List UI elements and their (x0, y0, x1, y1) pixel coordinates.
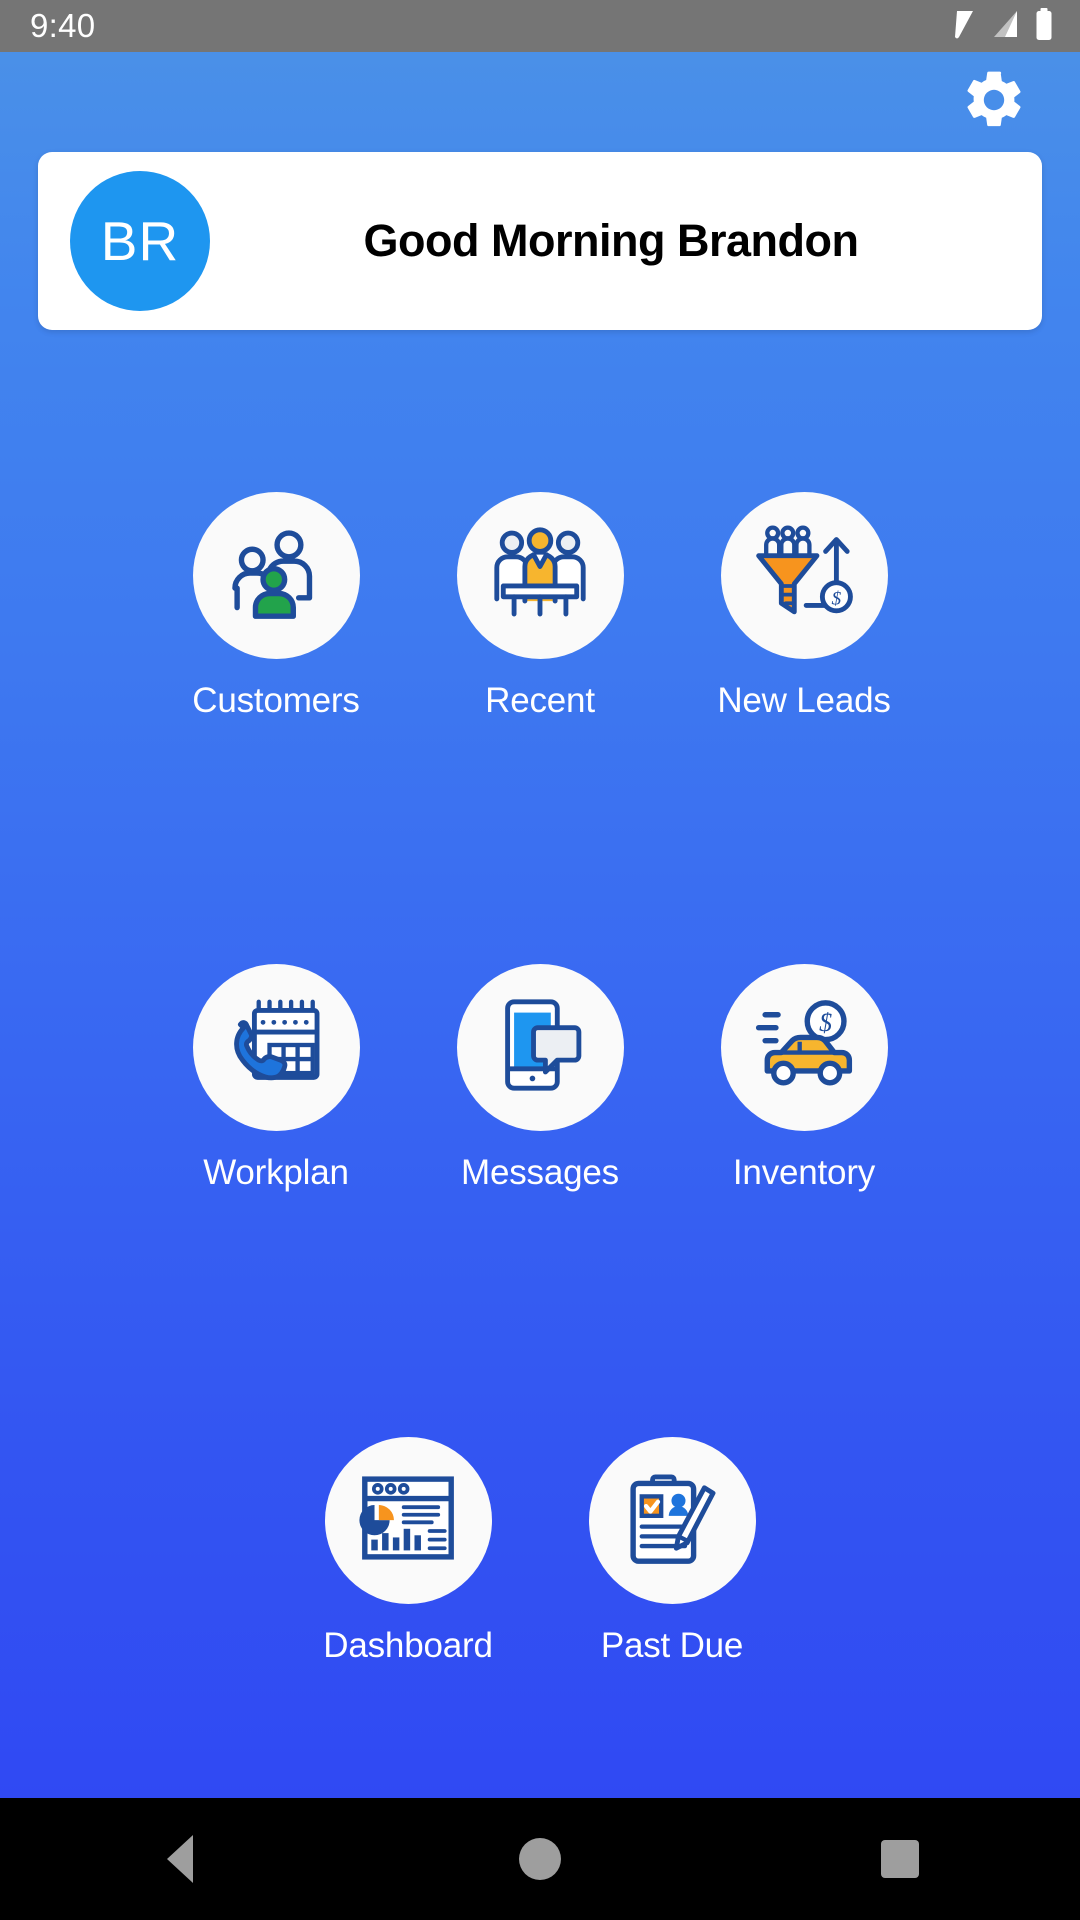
meeting-people-icon (486, 519, 594, 632)
svg-text:$: $ (819, 1008, 832, 1037)
menu-row-2: Workplan Messages $ Inventory (0, 964, 1080, 1193)
recents-square-icon (881, 1840, 919, 1878)
menu-row-1: Customers Recent $ New Leads (0, 491, 1080, 721)
tile-label: Customers (192, 680, 360, 720)
tile-label: Workplan (203, 1153, 349, 1193)
tile-label: New Leads (717, 680, 891, 720)
nav-back-button[interactable] (90, 1798, 270, 1920)
tile-label: Inventory (732, 1153, 876, 1193)
nav-recents-button[interactable] (810, 1798, 990, 1920)
tile-dashboard[interactable]: Dashboard (276, 1437, 540, 1666)
tile-customers[interactable]: Customers (144, 491, 408, 721)
clipboard-checklist-icon (618, 1464, 726, 1577)
app-top-bar (0, 52, 1080, 152)
phone-screen: 9:40 BR Good Morning Brandon Customers R… (0, 0, 1080, 1920)
tile-label: Messages (461, 1153, 619, 1193)
sales-funnel-dollar-icon: $ (750, 519, 858, 632)
tile-icon-circle (192, 964, 360, 1132)
tile-icon-circle (588, 1437, 756, 1605)
back-triangle-icon (167, 1835, 193, 1883)
tile-icon-circle: $ (720, 491, 888, 659)
tile-past-due[interactable]: Past Due (540, 1437, 804, 1666)
tile-label: Recent (485, 680, 595, 720)
avatar-initials: BR (100, 210, 180, 272)
tile-messages[interactable]: Messages (408, 964, 672, 1193)
phone-calendar-icon (222, 991, 330, 1104)
tile-label: Past Due (600, 1626, 744, 1666)
gear-icon (960, 66, 1028, 139)
car-dollar-icon: $ (750, 991, 858, 1104)
avatar: BR (70, 171, 210, 311)
tile-icon-circle (456, 491, 624, 659)
analytics-window-icon (354, 1464, 462, 1577)
status-icon-group (940, 7, 1054, 45)
tile-icon-circle (456, 964, 624, 1132)
svg-text:$: $ (832, 588, 842, 609)
tile-workplan[interactable]: Workplan (144, 964, 408, 1193)
tile-inventory[interactable]: $ Inventory (672, 964, 936, 1193)
wifi-icon (940, 9, 974, 44)
app-background: BR Good Morning Brandon Customers Recent… (0, 52, 1080, 1798)
menu-grid: Customers Recent $ New Leads Workplan Me… (0, 330, 1080, 1798)
tile-recent[interactable]: Recent (408, 491, 672, 721)
greeting-card[interactable]: BR Good Morning Brandon (38, 152, 1042, 330)
greeting-text: Good Morning Brandon (363, 215, 859, 266)
tile-icon-circle (324, 1437, 492, 1605)
customers-group-icon (222, 519, 330, 632)
signal-icon (988, 9, 1020, 44)
status-time: 9:40 (30, 7, 96, 44)
nav-home-button[interactable] (450, 1798, 630, 1920)
tile-new-leads[interactable]: $ New Leads (672, 491, 936, 721)
tile-icon-circle: $ (720, 964, 888, 1132)
mobile-chat-icon (486, 991, 594, 1104)
settings-button[interactable] (958, 66, 1030, 138)
status-bar: 9:40 (0, 0, 1080, 52)
tile-icon-circle (192, 491, 360, 659)
tile-label: Dashboard (323, 1626, 493, 1666)
menu-row-3: Dashboard Past Due (0, 1437, 1080, 1666)
battery-icon (1034, 7, 1054, 45)
android-navigation-bar (0, 1798, 1080, 1920)
home-circle-icon (519, 1838, 561, 1880)
